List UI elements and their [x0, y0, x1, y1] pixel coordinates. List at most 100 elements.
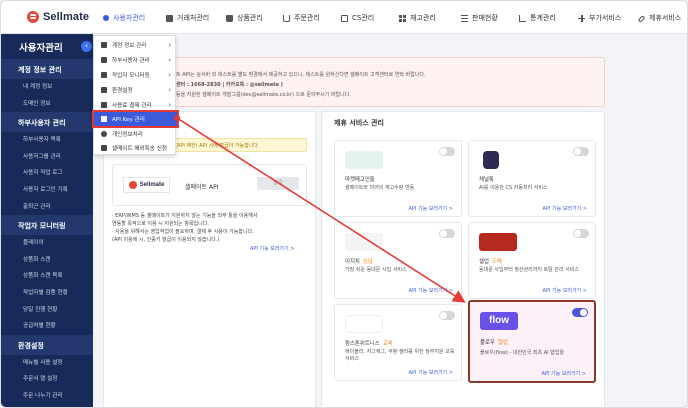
service-link[interactable]: API 기능 보러가기 > — [543, 205, 587, 212]
nav-product-management[interactable]: 상품관리 — [226, 13, 263, 23]
dropdown-item-worker-monitoring[interactable]: 작업자 모니터링 › — [94, 68, 177, 82]
nav-cs-management[interactable]: CS관리 — [341, 13, 374, 23]
service-card-easy: 이지치 상담 가장 쉬운 동대문 사입 서비스 API 기능 보러가기 > — [334, 222, 462, 299]
dropdown-label: API Key 관리 — [112, 117, 145, 123]
sidebar-item-menu-settings[interactable]: 메뉴별 사용 설정 — [1, 355, 93, 372]
nav-order-management[interactable]: 주문관리 — [283, 13, 320, 23]
nav-inventory-management[interactable]: 재고관리 — [399, 13, 436, 23]
service-name-text: 플로우 — [480, 340, 495, 346]
service-link[interactable]: API 기능 보러가기 > — [543, 287, 587, 294]
api-note: · ERP/WMS 등 셀메이트가 지원하지 않는 기능을 외부 툴을 이용해서 — [112, 213, 258, 219]
nav-label: 판매현황 — [472, 14, 498, 22]
dropdown-item-overseas-shipping[interactable]: 셀메이트 해외특송 신청 — [94, 141, 177, 155]
nav-partner-services[interactable]: 제휴서비스 — [637, 13, 682, 23]
dropdown-item-api-key[interactable]: API Key 관리 — [92, 110, 179, 128]
notice-banner: 트 API는 실서버 외 테스트를 별도 환경에서 제공하고 있으니, 테스트를… — [103, 57, 605, 107]
dropdown-item-settings[interactable]: 환경설정 › — [94, 83, 177, 97]
list-icon — [461, 14, 468, 22]
nav-label: 주문관리 — [294, 14, 320, 22]
sidebar-item-player[interactable]: 플레이어 — [1, 235, 93, 252]
link-icon — [637, 15, 646, 23]
sidebar-item-my-account[interactable]: 내 계정 정보 — [1, 79, 93, 96]
service-toggle[interactable] — [439, 311, 455, 320]
dropdown-item-subusers[interactable]: 하부사용자 관리 › — [94, 53, 177, 67]
service-toggle[interactable] — [439, 229, 455, 238]
sidebar-section-worker-monitoring[interactable]: 작업자 모니터링 — [1, 215, 93, 236]
nav-label: 재고관리 — [410, 14, 436, 22]
nav-user-management[interactable]: 사용자관리 — [103, 13, 145, 23]
brand-name: Sellmate — [43, 11, 90, 23]
brand-logo[interactable]: Sellmate — [27, 11, 89, 23]
sidebar-item-domain-info[interactable]: 도메인 정보 — [1, 96, 93, 113]
sidebar-section-settings[interactable]: 환경설정 — [1, 334, 93, 355]
nav-label: 거래처관리 — [177, 14, 210, 22]
sidebar-item-daily-progress[interactable]: 당일 진행 현황 — [1, 302, 93, 319]
sidebar-item-user-work-log[interactable]: 사용자 작업 로그 — [1, 165, 93, 182]
service-desc: 가장 쉬운 동대문 사입 서비스 — [345, 267, 407, 273]
dropdown-item-billing[interactable]: 사용료 결제 관리 › — [94, 98, 177, 112]
nav-statistics[interactable]: 통계관리 — [519, 13, 556, 23]
sidebar-item-order-columns[interactable]: 주문서 열 설정 — [1, 371, 93, 388]
sidebar-section-subusers[interactable]: 하부사용자 관리 — [1, 112, 93, 133]
app-window: Sellmate 사용자관리 거래처관리 상품관리 주문관리 CS관리 재고관리… — [0, 0, 688, 408]
api-note: · 사용을 위해서는 영업적업이 필요하며, 결제 후 사용이 가능합니다. — [112, 229, 254, 235]
dropdown-label: 셀메이트 해외특송 신청 — [112, 146, 168, 152]
sidebar-item-order-split[interactable]: 주문 나누기 관리 — [1, 388, 93, 405]
service-toggle[interactable] — [573, 147, 589, 156]
dropdown-item-privacy[interactable]: 개인정보처리 — [94, 127, 177, 141]
service-name: 윙스톤위트니스 교육 — [345, 339, 393, 347]
service-tag: 도매 — [491, 259, 502, 265]
sidebar-item-product-scan[interactable]: 상품화 스캔 — [1, 252, 93, 269]
nav-label: 부가서비스 — [589, 14, 622, 22]
service-link[interactable]: API 기능 보러가기 > — [542, 370, 586, 377]
issue-api-key-button[interactable]: 발급 — [257, 177, 299, 190]
grid-icon — [399, 14, 406, 22]
nav-addon-services[interactable]: 부가서비스 — [578, 13, 621, 23]
sidebar: 사용자관리 ‹ 계정 정보 관리 내 계정 정보 도메인 정보 하부사용자 관리… — [1, 34, 93, 407]
service-name: 셀업 도매 — [479, 257, 502, 265]
dropdown-label: 사용료 결제 관리 — [112, 103, 152, 109]
nav-vendor-management[interactable]: 거래처관리 — [166, 13, 209, 23]
chevron-right-icon: › — [168, 56, 171, 64]
service-card-flow: flow 플로우 협업 플로우(flow) - 대한민국 최초 AI 협업툴 AP… — [468, 300, 596, 383]
notice-line: 등을 지원한 셀메이트 개발그룹(dev@sellmate.co.kr) 으로 … — [176, 92, 351, 98]
nav-label: 제휴서비스 — [649, 14, 682, 22]
nav-sales-status[interactable]: 판매현황 — [461, 13, 498, 23]
service-link[interactable]: API 기능 보러가기 > — [409, 205, 453, 212]
service-toggle[interactable] — [439, 147, 455, 156]
plus-icon — [578, 14, 585, 22]
api-notes: · ERP/WMS 등 셀메이트가 지원하지 않는 기능을 외부 툴을 이용해서… — [112, 212, 312, 244]
service-name-text: 윙스톤위트니스 — [345, 341, 380, 347]
sellmate-api-card: Sellmate 셀메이트 API 발급 — [112, 164, 307, 206]
api-warning-text: (API 제한) API 시에 발급이 가능합니다. — [175, 143, 260, 149]
sidebar-item-attendance[interactable]: 출퇴근 관리 — [1, 199, 93, 216]
collapse-sidebar-icon[interactable]: ‹ — [81, 41, 92, 52]
service-link[interactable]: API 기능 보러가기 > — [409, 369, 453, 376]
sidebar-item-user-groups[interactable]: 사용자그룹 관리 — [1, 149, 93, 166]
sidebar-item-user-login-history[interactable]: 사용자 로그인 기록 — [1, 182, 93, 199]
sidebar-item-product-scan-list[interactable]: 상품화 스캔 목록 — [1, 268, 93, 285]
sidebar-item-supplier-status[interactable]: 공급처별 현황 — [1, 318, 93, 335]
notice-line: 센터 : 1668-2830 | 카카오톡 : @sellmate ) — [176, 82, 283, 88]
easy-logo — [345, 233, 383, 251]
service-name: 채널톡 — [479, 177, 494, 183]
sellmate-logo-icon — [27, 11, 39, 23]
monitor-icon — [101, 72, 107, 78]
service-toggle[interactable] — [573, 229, 589, 238]
service-desc: 동대문 사입부터 정산관리까지 토탈 관리 서비스 — [479, 267, 579, 273]
edit-icon — [101, 145, 107, 151]
service-link[interactable]: API 기능 보러가기 > — [409, 287, 453, 294]
api-logo-text: Sellmate — [139, 182, 165, 188]
sidebar-item-subuser-list[interactable]: 하부사용자 목록 — [1, 132, 93, 149]
service-toggle[interactable] — [572, 308, 588, 317]
service-card-sellup: 셀업 도매 동대문 사입부터 정산관리까지 토탈 관리 서비스 API 기능 보러… — [468, 222, 596, 299]
dropdown-item-account-info[interactable]: 계정 정보 관리 › — [94, 38, 177, 52]
dropdown-label: 계정 정보 관리 — [112, 43, 147, 49]
nav-label: CS관리 — [352, 14, 375, 22]
user-icon — [103, 15, 109, 21]
api-feature-link[interactable]: API 기능 보러가기 > — [250, 245, 294, 252]
dropdown-label: 환경설정 — [112, 88, 133, 94]
sidebar-section-account[interactable]: 계정 정보 관리 — [1, 59, 93, 79]
channeltalk-logo — [483, 151, 499, 169]
sidebar-item-inspection-status[interactable]: 작업자별 검품 현황 — [1, 285, 93, 302]
